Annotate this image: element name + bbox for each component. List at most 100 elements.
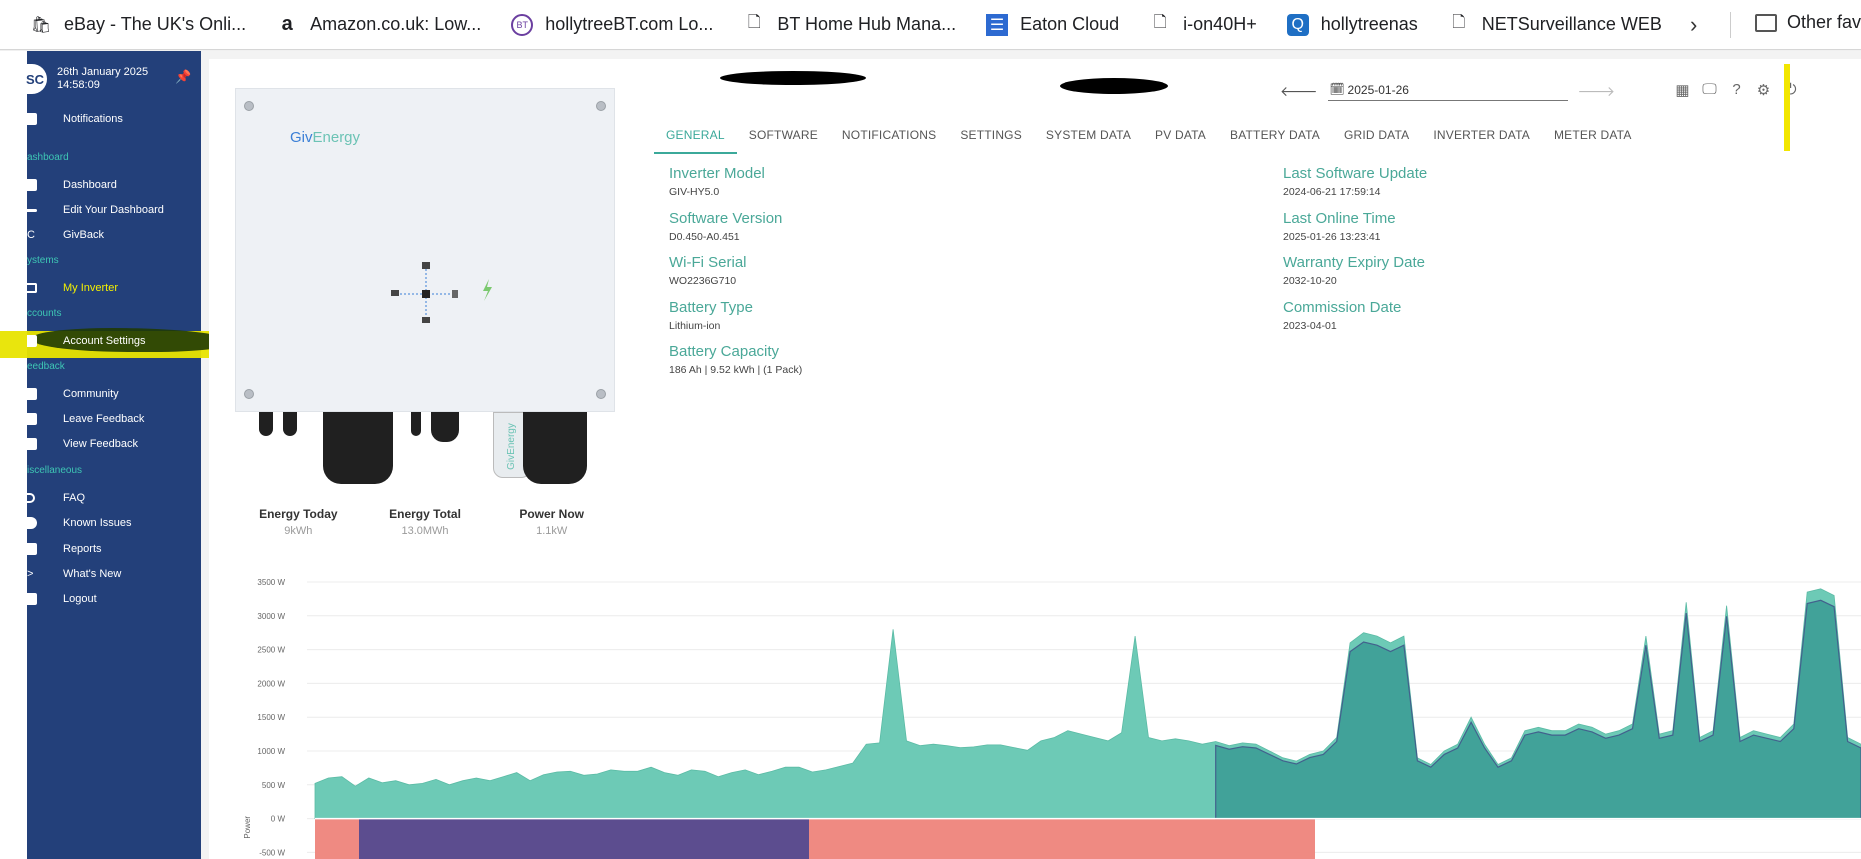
- sidebar-item-label: Reports: [63, 543, 102, 555]
- sidebar-item-label: GivBack: [63, 229, 104, 241]
- next-day-arrow-icon[interactable]: 🡒: [1578, 83, 1616, 100]
- energy-stats: Energy Today 9kWh Energy Total 13.0MWh Power…: [235, 507, 615, 537]
- inverter-tabs: GENERAL SOFTWARE NOTIFICATIONS SETTINGS SYST…: [654, 122, 1644, 154]
- sidebar-item-edit-dashboard[interactable]: Edit Your Dashboard: [27, 198, 201, 222]
- bookmark-item[interactable]: BT hollytreeBT.com Lo...: [511, 13, 714, 36]
- y-tick-label: 0 W: [271, 815, 286, 824]
- sidebar-item-account-settings[interactable]: Account Settings: [27, 329, 201, 353]
- alert-circle-icon: [27, 517, 37, 529]
- energy-stat: Power Now 1.1kW: [488, 507, 615, 537]
- page-icon: 🗋: [747, 14, 761, 31]
- y-tick-label: -500 W: [259, 848, 285, 857]
- y-tick-label: 2000 W: [257, 679, 285, 688]
- sidebar-item-label: Notifications: [63, 113, 123, 125]
- bookmark-item[interactable]: ☰ Eaton Cloud: [986, 13, 1119, 36]
- info-value: 2025-01-26 13:23:41: [1283, 230, 1381, 243]
- folder-icon: [1755, 13, 1777, 32]
- info-value: 186 Ah | 9.52 kWh | (1 Pack): [669, 364, 803, 376]
- refresh-icon: [27, 438, 37, 450]
- left-strip: [0, 51, 27, 859]
- stat-value: 13.0MWh: [401, 525, 449, 537]
- tab-system-data[interactable]: SYSTEM DATA: [1034, 122, 1143, 154]
- bookmark-item[interactable]: a Amazon.co.uk: Low...: [276, 13, 482, 36]
- sidebar-item-label: Dashboard: [63, 179, 117, 191]
- chart-icon: [27, 543, 37, 555]
- avatar[interactable]: SC: [26, 64, 47, 94]
- info-label: Wi-Fi Serial: [669, 254, 747, 271]
- sidebar-item-givback[interactable]: C GivBack: [27, 223, 201, 247]
- section-accounts: ccounts: [27, 308, 62, 319]
- stat-label: Energy Today: [259, 507, 338, 521]
- tab-battery-data[interactable]: BATTERY DATA: [1218, 122, 1332, 154]
- sidebar-item-leave-feedback[interactable]: Leave Feedback: [27, 407, 201, 431]
- user-cog-icon: [27, 335, 37, 347]
- code-icon: >: [27, 568, 34, 580]
- settings-gear-icon[interactable]: ⚙: [1750, 81, 1777, 99]
- tab-settings[interactable]: SETTINGS: [948, 122, 1034, 154]
- tab-meter-data[interactable]: METER DATA: [1542, 122, 1644, 154]
- bookmark-item[interactable]: 🗋 i-on40H+: [1149, 14, 1257, 36]
- prev-day-arrow-icon[interactable]: 🡐: [1280, 83, 1318, 100]
- inverter-image: GivEnergy: [235, 88, 615, 412]
- sidebar-item-faq[interactable]: FAQ: [27, 486, 201, 510]
- info-label: Battery Capacity: [669, 343, 780, 360]
- sidebar-item-notifications[interactable]: Notifications: [27, 107, 201, 131]
- connector: [259, 412, 273, 436]
- info-label: Inverter Model: [669, 165, 765, 182]
- bookmark-label: hollytreenas: [1320, 14, 1418, 34]
- monitor-icon[interactable]: 🖵: [1696, 81, 1723, 99]
- tab-software[interactable]: SOFTWARE: [737, 122, 830, 154]
- sidebar-item-reports[interactable]: Reports: [27, 537, 201, 561]
- sidebar-item-label: Account Settings: [63, 335, 146, 347]
- info-value: WO2236G710: [669, 275, 737, 287]
- bookmark-item[interactable]: 🛍 eBay - The UK's Onli...: [30, 14, 246, 36]
- bookmark-label: hollytreeBT.com Lo...: [545, 14, 714, 34]
- stat-label: Power Now: [519, 507, 585, 521]
- sidebar-item-label: Community: [63, 388, 119, 400]
- nas-icon: Q: [1286, 13, 1309, 36]
- screw-decor: [596, 101, 606, 111]
- bookmark-item[interactable]: Qhollytreenas: [1286, 13, 1418, 36]
- brand-part-a: Giv: [290, 129, 313, 146]
- sidebar-item-community[interactable]: Community: [27, 382, 201, 406]
- bookmarks-overflow-chevron-icon[interactable]: ›: [1690, 12, 1697, 38]
- y-tick-label: 3000 W: [257, 612, 285, 621]
- sidebar-item-dashboard[interactable]: Dashboard: [27, 173, 201, 197]
- tab-grid-data[interactable]: GRID DATA: [1332, 122, 1421, 154]
- page-icon: 🗋: [1452, 14, 1466, 31]
- sidebar-item-known-issues[interactable]: Known Issues: [27, 511, 201, 535]
- bookmarks-bar: 🛍 eBay - The UK's Onli... a Amazon.co.uk: L…: [0, 0, 1861, 50]
- info-label: Last Software Update: [1283, 165, 1428, 182]
- screw-decor: [244, 389, 254, 399]
- help-icon[interactable]: ?: [1723, 81, 1750, 99]
- amazon-icon: a: [281, 13, 293, 35]
- sidebar-item-view-feedback[interactable]: View Feedback: [27, 432, 201, 456]
- info-commission-date: Commission Date 2023-04-01: [1283, 299, 1401, 332]
- info-warranty-expiry-date: Warranty Expiry Date 2032-10-20: [1283, 254, 1425, 287]
- tab-general[interactable]: GENERAL: [654, 122, 737, 154]
- dashboard-icon: [27, 179, 37, 191]
- bookmark-other-label: Other fav: [1787, 12, 1861, 32]
- connector: [323, 412, 393, 484]
- sidebar-item-my-inverter[interactable]: My Inverter: [27, 276, 201, 300]
- info-value: D0.450-A0.451: [669, 230, 740, 243]
- tab-notifications[interactable]: NOTIFICATIONS: [830, 122, 948, 154]
- givenergy-logo: GivEnergy: [290, 129, 360, 146]
- bookmark-item[interactable]: 🗋 BT Home Hub Mana...: [743, 14, 956, 36]
- feedback-icon: [27, 413, 37, 425]
- current-date: 26th January 2025: [57, 66, 149, 78]
- pin-icon[interactable]: 📌: [175, 69, 191, 85]
- tab-pv-data[interactable]: PV DATA: [1143, 122, 1218, 154]
- grid-view-icon[interactable]: ▦: [1669, 81, 1696, 99]
- sidebar-item-logout[interactable]: Logout: [27, 587, 201, 611]
- sidebar-item-whats-new[interactable]: > What's New: [27, 562, 201, 586]
- date-input[interactable]: 🗓 2025-01-26: [1327, 81, 1568, 101]
- tab-inverter-data[interactable]: INVERTER DATA: [1421, 122, 1542, 154]
- y-tick-label: 500 W: [262, 781, 286, 790]
- sidebar-item-label: What's New: [63, 568, 122, 580]
- user-block: SC 26th January 2025 14:58:09: [26, 64, 149, 94]
- bookmark-item[interactable]: 🗋 NETSurveillance WEB: [1448, 14, 1662, 36]
- info-battery-capacity: Battery Capacity 186 Ah | 9.52 kWh | (1 P…: [669, 343, 802, 376]
- power-icon[interactable]: ⏻: [1777, 81, 1804, 99]
- bookmark-other-favourites[interactable]: Other fav: [1755, 12, 1861, 33]
